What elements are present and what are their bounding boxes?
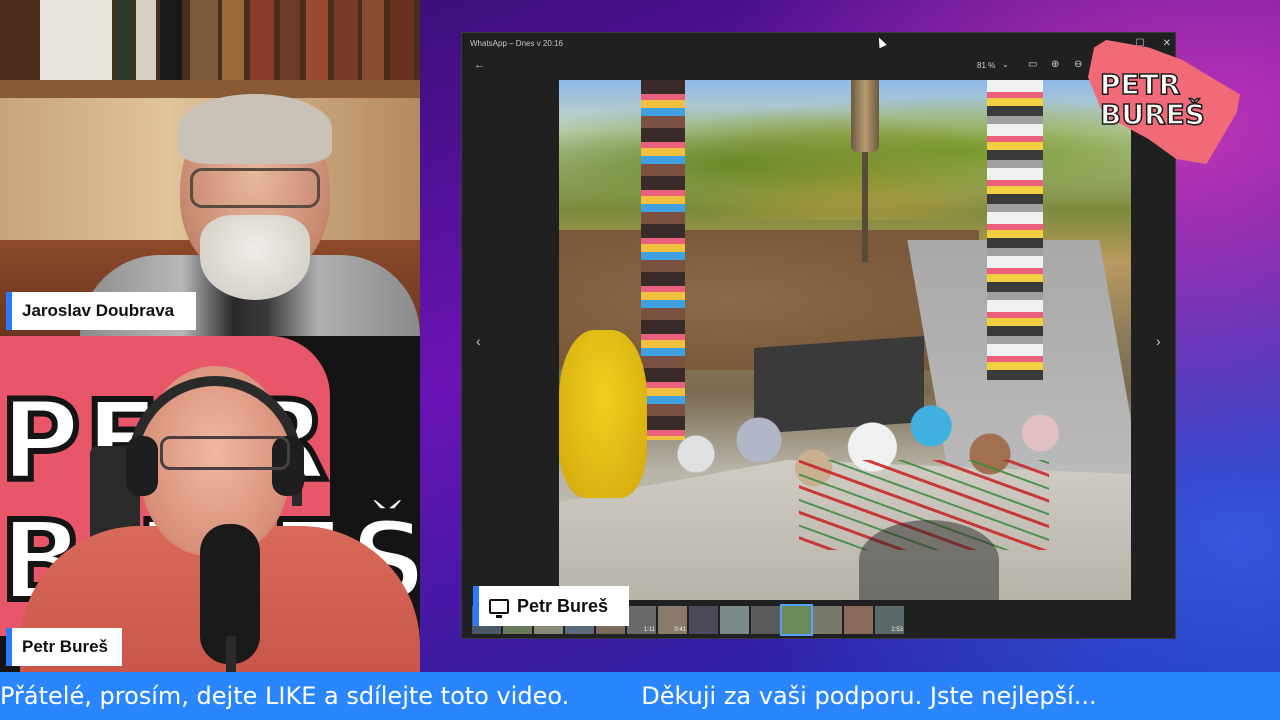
ticker-message-1: Přátelé, prosím, dejte LIKE a sdílejte t…: [0, 682, 570, 710]
ticker-bar: Přátelé, prosím, dejte LIKE a sdílejte t…: [0, 672, 1280, 720]
channel-logo-line1: PETR: [1099, 68, 1181, 101]
viewer-toolbar: ← 81 % ⌄ ▭ ⊕ ⊖: [462, 55, 1177, 79]
host-name: Petr Bureš: [22, 637, 108, 656]
filmstrip-thumbnail[interactable]: 1:11: [627, 606, 656, 634]
filmstrip-thumbnail[interactable]: 0:41: [658, 606, 687, 634]
screen-share-label: Petr Bureš: [517, 595, 609, 616]
filmstrip-thumbnail[interactable]: [780, 604, 813, 636]
zoom-out-icon[interactable]: ⊖: [1074, 59, 1082, 70]
screen-share-tag: Petr Bureš: [473, 586, 629, 626]
thumbnail-duration: 2:53: [891, 627, 903, 633]
guest-name-tag: Jaroslav Doubrava: [6, 292, 196, 330]
thumbnail-duration: 1:11: [643, 627, 655, 633]
webcam-guest: [0, 0, 420, 336]
filmstrip-thumbnail[interactable]: [813, 606, 842, 634]
back-arrow-icon[interactable]: ←: [474, 59, 485, 71]
channel-logo-line2: BUREŠ: [1099, 98, 1205, 131]
chevron-down-icon[interactable]: ⌄: [1002, 60, 1009, 69]
thumbnail-duration: 0:41: [674, 627, 686, 633]
bookshelf: [0, 0, 420, 92]
chevron-left-icon[interactable]: ‹: [476, 333, 481, 349]
window-title: WhatsApp – Dnes v 20:16: [470, 38, 563, 48]
photo-viewer-window: WhatsApp – Dnes v 20:16 — ☐ ✕ ← 81 % ⌄ ▭…: [461, 32, 1176, 639]
webcam-host: PETR BUREŠ: [0, 336, 420, 672]
ticker-message-2: Děkuji za vaši podporu. Jste nejlepší...: [641, 682, 1097, 710]
filmstrip-thumbnail[interactable]: 2:53: [875, 606, 904, 634]
memorial-photo: [559, 80, 1131, 600]
filmstrip-thumbnail[interactable]: [844, 606, 873, 634]
host-name-tag: Petr Bureš: [6, 628, 122, 666]
chevron-right-icon[interactable]: ›: [1156, 333, 1161, 349]
filmstrip-thumbnail[interactable]: [689, 606, 718, 634]
monitor-icon: [489, 598, 509, 618]
filmstrip-thumbnail[interactable]: [751, 606, 780, 634]
fit-icon[interactable]: ▭: [1028, 59, 1037, 70]
yellow-teddy-bear: [559, 330, 647, 498]
window-titlebar[interactable]: WhatsApp – Dnes v 20:16 — ☐ ✕: [462, 33, 1177, 53]
channel-logo: PETR BUREŠ: [1088, 40, 1240, 164]
filmstrip-thumbnail[interactable]: [720, 606, 749, 634]
zoom-in-icon[interactable]: ⊕: [1051, 59, 1059, 70]
zoom-level[interactable]: 81 %: [977, 61, 995, 70]
guest-name: Jaroslav Doubrava: [22, 301, 175, 320]
